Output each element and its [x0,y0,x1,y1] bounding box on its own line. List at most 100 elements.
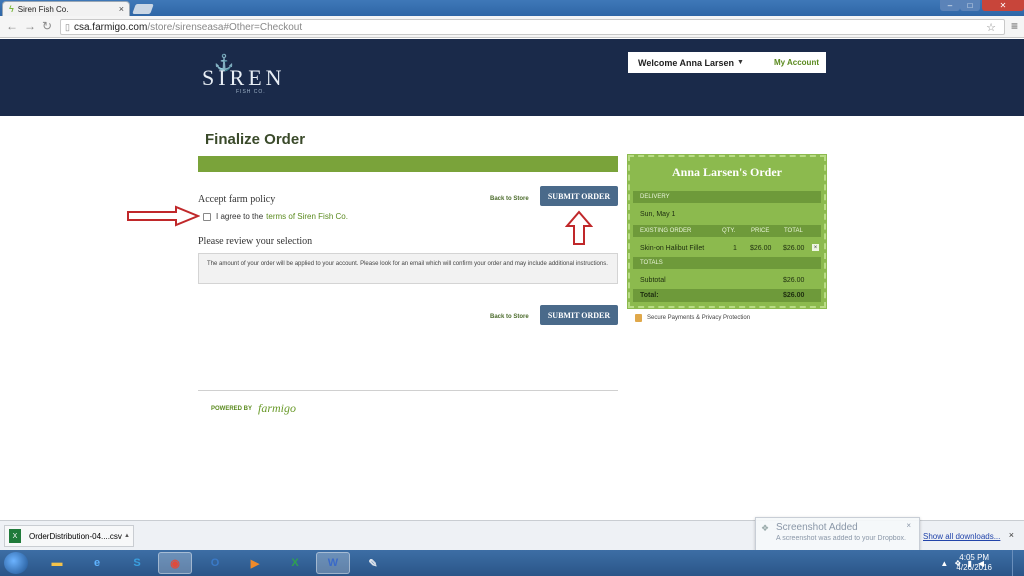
browser-tab-bar: ϟ Siren Fish Co. × – □ ✕ [0,0,1024,16]
tray-arrow-icon[interactable]: ▲ [940,559,948,568]
window-close-button[interactable]: ✕ [982,0,1024,11]
price-header: PRICE [751,228,770,234]
item-qty: 1 [733,244,737,252]
show-desktop-button[interactable] [1012,550,1024,576]
terms-link[interactable]: terms of Siren Fish Co. [266,212,348,221]
delivery-header-label: DELIVERY [640,194,670,200]
page-icon: ▯ [65,21,70,32]
item-total: $26.00 [783,244,805,252]
reload-icon[interactable]: ↻ [42,19,52,33]
word-icon[interactable]: W [316,552,350,574]
window-maximize-button[interactable]: □ [960,0,980,11]
delivery-date: Sun, May 1 [640,210,676,218]
clock-date: 4/26/2016 [956,563,992,572]
submit-order-button[interactable]: SUBMIT ORDER [540,186,618,206]
annotation-arrow-up-icon [565,210,593,245]
url-input[interactable]: ▯ csa.farmigo.com/store/sirenseasa#Other… [60,19,1005,35]
dropbox-icon: ❖ [761,523,770,533]
powered-by-label: POWERED BY [211,406,253,412]
secure-payments-note: Secure Payments & Privacy Protection [635,314,750,322]
tab-close-icon[interactable]: × [119,4,124,14]
toast-close-icon[interactable]: × [906,521,911,530]
existing-order-header: EXISTING ORDER QTY. PRICE TOTAL [633,225,821,237]
site-favicon-icon: ϟ [9,4,14,14]
start-button[interactable] [4,552,28,574]
total-row: Total: $26.00 [633,289,821,302]
total-header: TOTAL [784,228,803,234]
taskbar-clock[interactable]: 4:05 PM 4/26/2016 [956,553,992,573]
url-host: csa.farmigo.com [73,21,148,33]
total-label: Total: [640,292,659,299]
item-price: $26.00 [750,244,772,252]
farmigo-logo[interactable]: farmigo [258,401,296,416]
address-bar: ← → ↻ ▯ csa.farmigo.com/store/sirenseasa… [0,16,1024,38]
account-box: Welcome Anna Larsen ▼ My Account [628,52,826,73]
download-item[interactable]: X OrderDistribution-04....csv ▲ [4,525,134,547]
totals-header: TOTALS [633,257,821,269]
chevron-down-icon[interactable]: ▼ [737,59,744,66]
agree-checkbox[interactable] [203,212,211,221]
page-title: Finalize Order [205,131,306,148]
footer-divider [198,390,618,391]
agree-text: I agree to the [216,212,264,221]
remove-item-icon[interactable]: × [812,244,819,251]
welcome-dropdown[interactable]: Welcome Anna Larsen [638,58,734,68]
secure-payments-text: Secure Payments & Privacy Protection [647,315,751,321]
tab-title: Siren Fish Co. [17,4,69,14]
subtotal-value: $26.00 [783,276,805,284]
subtotal-row: Subtotal $26.00 [633,272,821,288]
agree-row: I agree to the terms of Siren Fish Co. [203,212,348,221]
excel-file-icon: X [9,529,21,543]
lock-icon [635,314,642,322]
forward-arrow-icon[interactable]: → [24,19,36,33]
url-path: /store/sirenseasa#Other=Checkout [147,21,303,33]
windows-taskbar: ▬ e S ◉ O ▶ X W ✎ ▲ ❖ ▮ ◀ 4:05 PM 4/26/2… [0,550,1024,576]
browser-menu-icon[interactable]: ≡ [1011,19,1018,33]
toast-subtitle: A screenshot was added to your Dropbox. [776,535,906,542]
dropbox-toast[interactable]: ❖ Screenshot Added A screenshot was adde… [755,517,920,551]
new-tab-button[interactable] [132,4,154,14]
total-value: $26.00 [783,292,805,299]
skype-icon[interactable]: S [120,552,154,574]
close-downloads-icon[interactable]: × [1009,530,1014,540]
progress-bar [198,156,618,172]
browser-tab[interactable]: ϟ Siren Fish Co. × [2,1,130,16]
show-all-downloads-link[interactable]: Show all downloads... [923,532,1000,541]
qty-header: QTY. [722,228,736,234]
back-to-store-link-bottom[interactable]: Back to Store [490,314,529,320]
delivery-header: DELIVERY [633,191,821,203]
annotation-arrow-right-icon [127,205,200,227]
order-summary-panel: Anna Larsen's Order DELIVERY Sun, May 1 … [627,154,827,309]
media-player-icon[interactable]: ▶ [238,552,272,574]
site-header: ⚓ SIREN FISH CO. Welcome Anna Larsen ▼ M… [0,39,1024,116]
item-name: Skin-on Halibut Fillet [640,244,705,252]
chevron-down-icon[interactable]: ▲ [124,533,130,539]
delivery-date-row: Sun, May 1 [633,206,821,222]
back-arrow-icon[interactable]: ← [6,19,18,33]
existing-order-label: EXISTING ORDER [640,228,692,234]
subtotal-label: Subtotal [640,276,666,284]
toast-title: Screenshot Added [776,522,858,533]
excel-icon[interactable]: X [278,552,312,574]
paint-icon[interactable]: ✎ [356,552,390,574]
logo-subtext: FISH CO. [236,89,266,95]
siren-logo[interactable]: ⚓ SIREN FISH CO. [202,53,282,101]
internet-explorer-icon[interactable]: e [80,552,114,574]
order-title: Anna Larsen's Order [671,165,782,179]
clock-time: 4:05 PM [959,553,990,562]
window-minimize-button[interactable]: – [940,0,960,11]
outlook-icon[interactable]: O [198,552,232,574]
order-info-text: The amount of your order will be applied… [198,253,618,284]
logo-text: SIREN [202,65,286,90]
file-explorer-icon[interactable]: ▬ [40,552,74,574]
bookmark-star-icon[interactable]: ☆ [986,21,996,34]
totals-header-label: TOTALS [640,260,663,266]
submit-order-button-bottom[interactable]: SUBMIT ORDER [540,305,618,325]
back-to-store-link[interactable]: Back to Store [490,196,529,202]
download-file-name: OrderDistribution-04....csv [29,531,122,541]
order-item-row: Skin-on Halibut Fillet 1 $26.00 $26.00 × [633,240,821,256]
my-account-link[interactable]: My Account [774,58,819,67]
policy-heading: Accept farm policy [198,194,276,205]
chrome-icon[interactable]: ◉ [158,552,192,574]
review-heading: Please review your selection [198,236,313,247]
